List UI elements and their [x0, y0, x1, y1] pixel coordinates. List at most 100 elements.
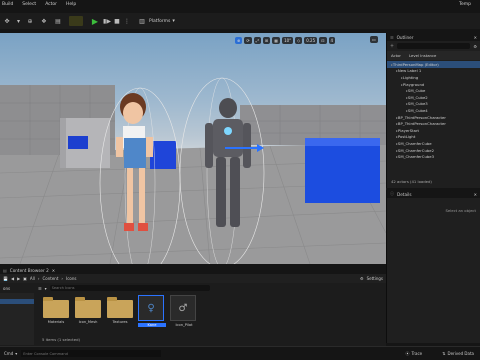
asset-tile[interactable]: Materials — [42, 295, 70, 329]
outliner-item[interactable]: ▸ SM_ChamferCube2 — [387, 147, 480, 154]
asset-grid: Materials Icon_Mesh Textures ♀ Kane ♂ Icon_Pil… — [0, 293, 386, 329]
outliner-item[interactable]: ▸ SM_Cube4 — [387, 107, 480, 114]
asset-tile[interactable]: Textures — [106, 295, 134, 329]
asset-tile[interactable]: Icon_Mesh — [74, 295, 102, 329]
add-icon[interactable]: ＋ — [390, 43, 394, 49]
outliner-item[interactable]: ▸ PostLight — [387, 134, 480, 141]
menu-build[interactable]: Build — [2, 2, 13, 7]
window-title: Temp — [459, 2, 471, 7]
world-local-icon[interactable]: ⊞ — [262, 36, 271, 44]
blueprint-icon[interactable]: ❖ — [37, 16, 51, 26]
content-search-input[interactable] — [49, 285, 210, 291]
cinematics-icon[interactable]: ▤ — [51, 16, 65, 26]
filter-icon[interactable]: ☰ — [38, 286, 42, 291]
outliner-item-label: SM_Cube4 — [407, 107, 428, 113]
outliner-item-label: ThirdPersonMap (Editor) — [392, 61, 439, 67]
back-icon[interactable]: ◀ — [11, 276, 14, 281]
outliner-item[interactable]: ▸ Playground — [387, 81, 480, 88]
camera-speed-icon[interactable]: ⊡ — [319, 36, 327, 44]
cmd-label[interactable]: Cmd — [4, 351, 13, 356]
outliner-item-label: BP_ThirdPersonCharacter — [397, 121, 446, 127]
close-icon[interactable]: ✕ — [474, 192, 477, 197]
outliner-item-label: SM_Cube2 — [407, 94, 428, 100]
close-icon[interactable]: ✕ — [474, 35, 477, 40]
console-input[interactable] — [21, 350, 162, 357]
add-actor-icon[interactable]: ⊕ — [23, 16, 37, 26]
outliner-item[interactable]: ▸ PlayerStart — [387, 127, 480, 134]
character-thumbnail-icon: ♀ — [138, 295, 164, 321]
outliner-title: Outliner — [396, 34, 414, 40]
build-icon[interactable] — [69, 16, 83, 26]
tab-actor[interactable]: Actor — [391, 53, 401, 58]
actor-count: 42 actors (41 loaded) — [391, 179, 432, 184]
status-bar: Cmd ▾ ⦿ Trace ⇅ Derived Data — [0, 346, 480, 360]
asset-tile[interactable]: ♀ Kane — [138, 295, 166, 329]
asset-label: Kane — [138, 323, 166, 327]
outliner-item[interactable]: ▸ ThirdPersonMap (Editor) — [387, 61, 480, 68]
outliner-search-input[interactable] — [397, 43, 471, 49]
robot-thumbnail-icon: ♂ — [170, 295, 196, 321]
folder-icon — [43, 297, 69, 318]
settings-button[interactable]: Settings — [367, 276, 383, 281]
outliner-item[interactable]: ▸ SM_ChamferCube — [387, 140, 480, 147]
outliner-item[interactable]: ▸ SM_ChamferCube3 — [387, 153, 480, 160]
forward-icon[interactable]: ▶ — [17, 276, 20, 281]
close-icon[interactable]: ✕ — [52, 268, 55, 273]
viewport-toolbar: ⊕ ⟳ ⤢ ⊞ ▦ 10° ◇ 0.25 ⊡ 4 — [235, 36, 336, 44]
level-viewport[interactable]: ⊕ ⟳ ⤢ ⊞ ▦ 10° ◇ 0.25 ⊡ 4 ▭ — [0, 33, 386, 264]
asset-tile[interactable]: ♂ Icon_Pilot — [170, 295, 198, 329]
translate-mode-icon[interactable]: ⊕ — [235, 36, 243, 44]
outliner-item[interactable]: ▸ BP_ThirdPersonCharacter — [387, 120, 480, 127]
breadcrumb-content[interactable]: Content — [43, 276, 59, 281]
rotation-snap[interactable]: 10° — [282, 36, 294, 44]
derived-data-button[interactable]: Derived Data — [448, 351, 475, 356]
settings-icon[interactable]: ⚙ — [360, 276, 364, 281]
outliner-item[interactable]: ▸ New Label 1 — [387, 68, 480, 75]
play-button[interactable]: ▶ — [88, 16, 102, 26]
outliner-item-label: BP_ThirdPersonCharacter — [397, 114, 446, 120]
main-toolbar: ✥ ▾ ⊕ ❖ ▤ ▶ ▮▶ ■ ⋮ ▥ Platforms ▾ — [0, 13, 480, 29]
dropdown-icon[interactable]: ▾ — [14, 16, 23, 26]
outliner-item-label: SM_ChamferCube — [397, 140, 432, 146]
outliner-item[interactable]: ▸ Lighting — [387, 74, 480, 81]
menu-help[interactable]: Help — [66, 2, 76, 7]
surface-snap-icon[interactable]: ▦ — [272, 36, 281, 44]
content-browser-icon: ▤ — [3, 267, 7, 273]
outliner-item[interactable]: ▸ SM_Cube3 — [387, 101, 480, 108]
maximize-icon[interactable]: ▭ — [370, 36, 378, 43]
details-hint: Select an object — [445, 208, 476, 213]
content-browser-tab[interactable]: Content Browser 2 — [10, 268, 49, 273]
tab-level-instance[interactable]: Level Instance — [409, 53, 436, 58]
derived-data-icon: ⇅ — [442, 351, 446, 356]
folder-icon: ▣ — [23, 276, 27, 281]
scale-snap-icon[interactable]: ◇ — [295, 36, 303, 44]
menu-select[interactable]: Select — [22, 2, 36, 7]
platforms-button[interactable]: Platforms — [149, 19, 170, 24]
outliner-panel: ☰ Outliner ✕ ＋ ⚙ Actor Level Instance ▸ … — [386, 33, 480, 188]
platforms-icon[interactable]: ▥ — [135, 16, 149, 26]
play-options-icon[interactable]: ⋮ — [122, 16, 132, 26]
asset-label: Icon_Mesh — [78, 320, 98, 324]
sources-selected[interactable] — [0, 299, 34, 304]
outliner-item-label: PlayerStart — [397, 127, 419, 133]
breadcrumb-icons[interactable]: Icons — [66, 276, 76, 281]
filter-icon[interactable]: ⚙ — [473, 44, 477, 49]
save-all-icon[interactable]: 💾 — [3, 276, 8, 281]
stop-icon[interactable]: ■ — [112, 16, 122, 26]
camera-speed-value[interactable]: 4 — [328, 36, 336, 44]
outliner-item[interactable]: ▸ SM_Cube — [387, 87, 480, 94]
menu-actor[interactable]: Actor — [45, 2, 57, 7]
step-icon[interactable]: ▮▶ — [102, 16, 112, 26]
asset-label: Materials — [47, 320, 65, 324]
select-mode-icon[interactable]: ✥ — [0, 16, 14, 26]
outliner-item[interactable]: ▸ SM_Cube2 — [387, 94, 480, 101]
scale-snap-value[interactable]: 0.25 — [304, 36, 318, 44]
trace-button[interactable]: Trace — [412, 351, 423, 356]
sources-panel — [0, 293, 34, 345]
rotate-mode-icon[interactable]: ⟳ — [244, 36, 252, 44]
outliner-item[interactable]: ▸ BP_ThirdPersonCharacter — [387, 114, 480, 121]
sources-label: ons — [3, 285, 11, 291]
breadcrumb-all[interactable]: All — [30, 276, 35, 281]
details-panel: ⓘ Details ✕ Select an object — [386, 190, 480, 343]
scale-mode-icon[interactable]: ⤢ — [253, 36, 261, 44]
